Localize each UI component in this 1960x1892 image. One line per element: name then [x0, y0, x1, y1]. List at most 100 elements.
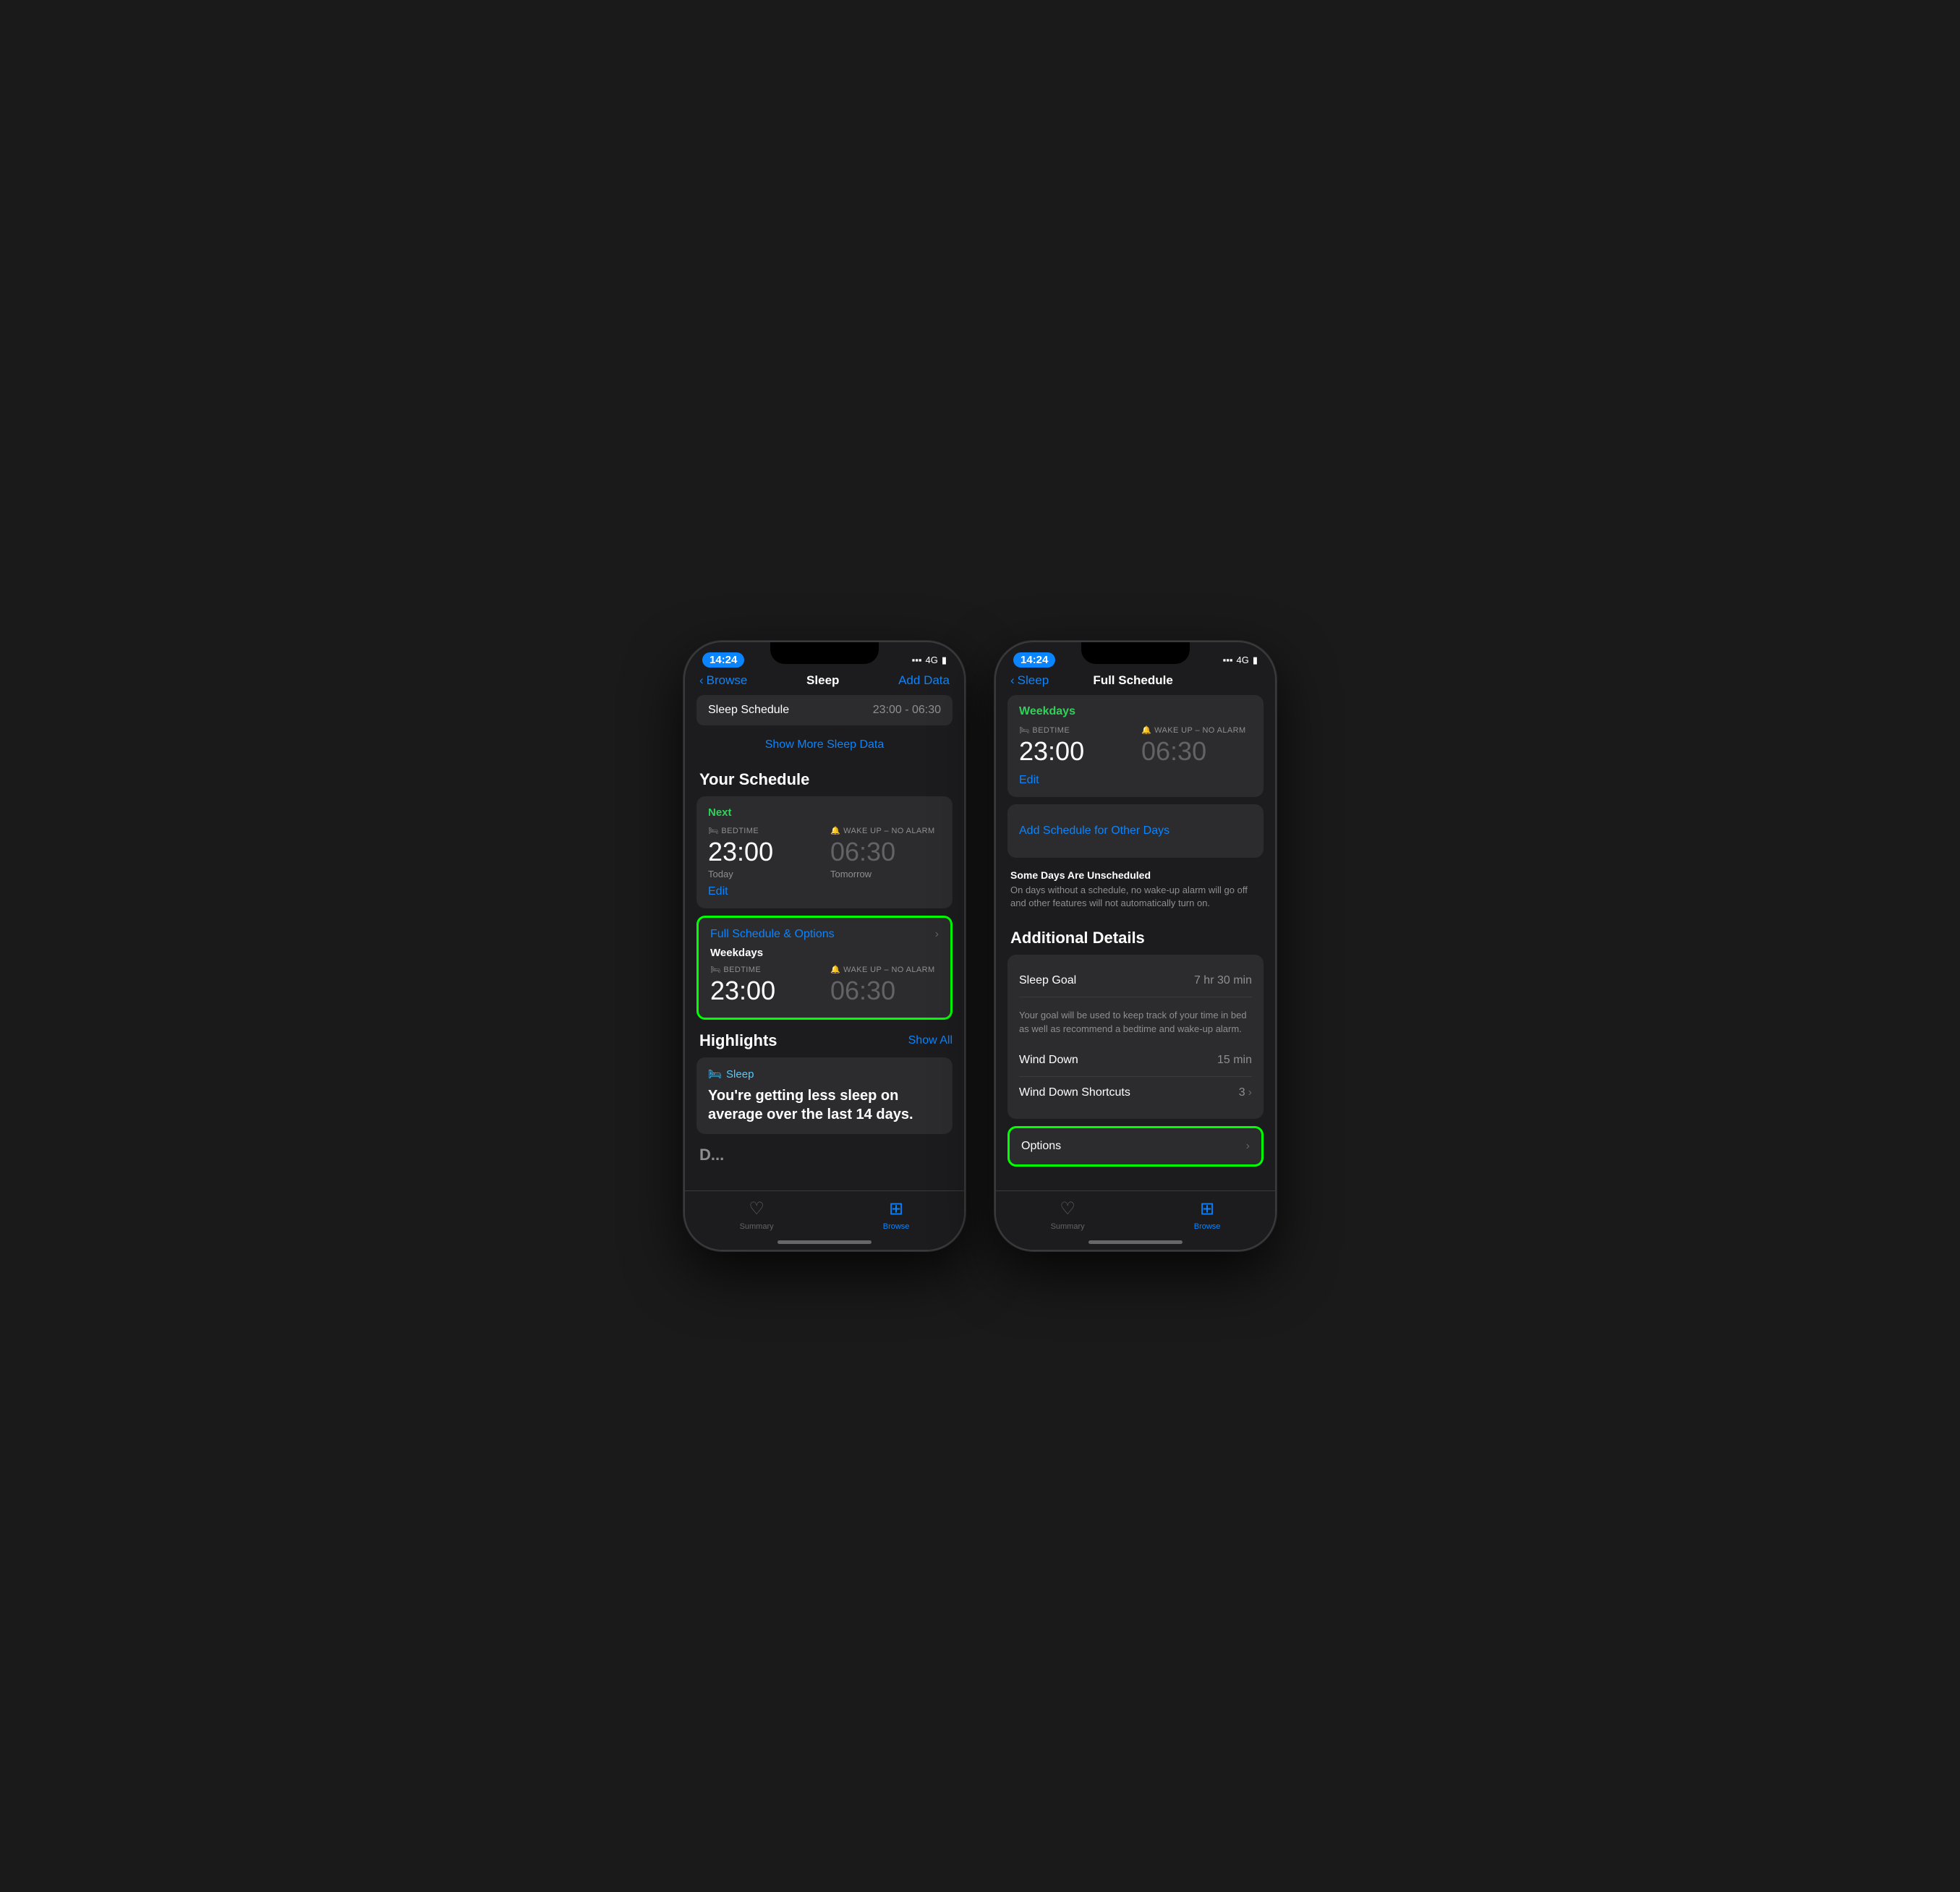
options-row[interactable]: Options ›	[1007, 1126, 1264, 1167]
fs-bedtime-label: 🛏 BEDTIME	[710, 965, 819, 974]
bedtime-label-left: 🛏 BEDTIME	[708, 826, 819, 835]
nav-title-right: Full Schedule	[1093, 673, 1173, 688]
tab-summary-label-left: Summary	[740, 1222, 774, 1231]
weekdays-card: Weekdays 🛏 BEDTIME 23:00 🔔 WAKE UP – NO …	[1007, 695, 1264, 797]
status-time-right: 14:24	[1013, 652, 1055, 668]
show-all-link[interactable]: Show All	[908, 1034, 953, 1047]
network-right: 4G	[1237, 655, 1249, 665]
sleep-goal-label: Sleep Goal	[1019, 974, 1076, 987]
wind-down-row[interactable]: Wind Down 15 min	[1019, 1044, 1252, 1077]
add-schedule-card[interactable]: Add Schedule for Other Days	[1007, 804, 1264, 858]
home-indicator-right	[1088, 1240, 1183, 1244]
schedule-times: 🛏 BEDTIME 23:00 Today 🔔 WAKE UP – NO ALA…	[708, 826, 941, 879]
battery-icon-right: ▮	[1253, 655, 1258, 666]
content-right: Weekdays 🛏 BEDTIME 23:00 🔔 WAKE UP – NO …	[996, 695, 1275, 1201]
status-icons-left: ▪▪▪ 4G ▮	[912, 655, 947, 666]
bedtime-time-left: 23:00	[708, 837, 819, 867]
grid-icon-right: ⊞	[1200, 1198, 1214, 1219]
wind-down-label: Wind Down	[1019, 1054, 1078, 1067]
full-schedule-chevron: ›	[935, 928, 939, 941]
bedtime-col: 🛏 BEDTIME 23:00 Today	[708, 826, 819, 879]
nav-title-left: Sleep	[806, 673, 839, 688]
status-time-left: 14:24	[702, 652, 744, 668]
nav-action-left[interactable]: Add Data	[898, 673, 950, 688]
sleep-goal-value: 7 hr 30 min	[1194, 974, 1252, 987]
wakeup-label-left: 🔔 WAKE UP – NO ALARM	[830, 826, 941, 835]
fs-wakeup-col: 🔔 WAKE UP – NO ALARM 06:30	[830, 965, 939, 1007]
tab-summary-right[interactable]: ♡ Summary	[1051, 1198, 1085, 1231]
weekdays-label: Weekdays	[1019, 705, 1252, 718]
sleep-schedule-label: Sleep Schedule	[708, 704, 789, 717]
options-chevron: ›	[1246, 1140, 1250, 1153]
unscheduled-notice: Some Days Are Unscheduled On days withou…	[1007, 865, 1264, 917]
sleep-schedule-row[interactable]: Sleep Schedule 23:00 - 06:30	[696, 695, 953, 725]
nav-back-left[interactable]: ‹ Browse	[699, 673, 747, 688]
nav-header-left: ‹ Browse Sleep Add Data	[685, 670, 964, 695]
options-label: Options	[1021, 1140, 1061, 1153]
fs-alarm-icon: 🔔	[830, 965, 840, 974]
status-icons-right: ▪▪▪ 4G ▮	[1223, 655, 1258, 666]
full-schedule-title: Full Schedule & Options ›	[710, 928, 939, 941]
additional-details-card: Sleep Goal 7 hr 30 min Your goal will be…	[1007, 955, 1264, 1118]
full-schedule-card[interactable]: Full Schedule & Options › Weekdays 🛏 BED…	[696, 916, 953, 1020]
content-left: Sleep Schedule 23:00 - 06:30 Show More S…	[685, 695, 964, 1201]
shortcuts-chevron: ›	[1248, 1086, 1252, 1099]
wd-bedtime-label: 🛏 BEDTIME	[1019, 725, 1130, 735]
bed-icon-left: 🛏	[708, 826, 718, 835]
edit-link-right[interactable]: Edit	[1019, 774, 1252, 787]
phones-container: 14:24 ▪▪▪ 4G ▮ ‹ Browse Sleep Add Data S…	[683, 641, 1277, 1251]
edit-link-left[interactable]: Edit	[708, 885, 941, 898]
next-badge: Next	[708, 806, 941, 819]
heart-icon-left: ♡	[749, 1198, 764, 1219]
wd-wakeup-time: 06:30	[1141, 736, 1252, 767]
signal-icon-right: ▪▪▪	[1223, 655, 1233, 665]
heart-icon-right: ♡	[1060, 1198, 1075, 1219]
partial-section: D...	[699, 1146, 953, 1164]
wd-bed-icon: 🛏	[1019, 725, 1029, 735]
unscheduled-text: On days without a schedule, no wake-up a…	[1010, 884, 1261, 910]
tab-browse-label-right: Browse	[1194, 1222, 1221, 1231]
fs-bedtime-col: 🛏 BEDTIME 23:00	[710, 965, 819, 1007]
wakeup-col: 🔔 WAKE UP – NO ALARM 06:30 Tomorrow	[830, 826, 941, 879]
your-schedule-header: Your Schedule	[699, 770, 953, 789]
chevron-back-icon-left: ‹	[699, 673, 704, 688]
full-schedule-times: 🛏 BEDTIME 23:00 🔔 WAKE UP – NO ALARM 06:…	[710, 965, 939, 1007]
bedtime-sub-left: Today	[708, 869, 819, 879]
weekdays-times: 🛏 BEDTIME 23:00 🔔 WAKE UP – NO ALARM 06:…	[1019, 725, 1252, 768]
notch-right	[1081, 642, 1190, 664]
signal-icon-left: ▪▪▪	[912, 655, 922, 665]
highlight-icon-label: 🛏 Sleep	[708, 1068, 941, 1081]
highlights-title: Highlights	[699, 1031, 777, 1050]
wd-bedtime-col: 🛏 BEDTIME 23:00	[1019, 725, 1130, 768]
sleep-goal-row[interactable]: Sleep Goal 7 hr 30 min	[1019, 965, 1252, 997]
phone-right: 14:24 ▪▪▪ 4G ▮ ‹ Sleep Full Schedule Wee…	[994, 641, 1277, 1251]
fs-wakeup-time: 06:30	[830, 976, 939, 1006]
shortcuts-label: Wind Down Shortcuts	[1019, 1086, 1130, 1099]
schedule-card: Next 🛏 BEDTIME 23:00 Today 🔔 WAKE UP	[696, 796, 953, 908]
wd-bedtime-time: 23:00	[1019, 736, 1130, 767]
full-schedule-weekdays: Weekdays	[710, 947, 939, 959]
shortcuts-value: 3 ›	[1239, 1086, 1252, 1099]
shortcuts-row[interactable]: Wind Down Shortcuts 3 ›	[1019, 1077, 1252, 1109]
network-left: 4G	[926, 655, 938, 665]
fs-bed-icon: 🛏	[710, 965, 720, 974]
show-more-sleep-data[interactable]: Show More Sleep Data	[696, 731, 953, 759]
nav-header-right: ‹ Sleep Full Schedule	[996, 670, 1275, 695]
wakeup-sub-left: Tomorrow	[830, 869, 941, 879]
grid-icon-left: ⊞	[889, 1198, 903, 1219]
tab-summary-left[interactable]: ♡ Summary	[740, 1198, 774, 1231]
notch-left	[770, 642, 879, 664]
wind-down-value: 15 min	[1217, 1054, 1252, 1067]
tab-browse-left[interactable]: ⊞ Browse	[883, 1198, 910, 1231]
tab-browse-right[interactable]: ⊞ Browse	[1194, 1198, 1221, 1231]
nav-back-right[interactable]: ‹ Sleep	[1010, 673, 1049, 688]
wd-wakeup-label: 🔔 WAKE UP – NO ALARM	[1141, 725, 1252, 735]
unscheduled-title: Some Days Are Unscheduled	[1010, 869, 1261, 881]
wd-alarm-icon: 🔔	[1141, 725, 1151, 735]
tab-summary-label-right: Summary	[1051, 1222, 1085, 1231]
fs-wakeup-label: 🔔 WAKE UP – NO ALARM	[830, 965, 939, 974]
add-schedule-btn[interactable]: Add Schedule for Other Days	[1019, 814, 1252, 848]
sleep-schedule-value: 23:00 - 06:30	[873, 704, 941, 717]
battery-icon-left: ▮	[942, 655, 947, 666]
tab-browse-label-left: Browse	[883, 1222, 910, 1231]
